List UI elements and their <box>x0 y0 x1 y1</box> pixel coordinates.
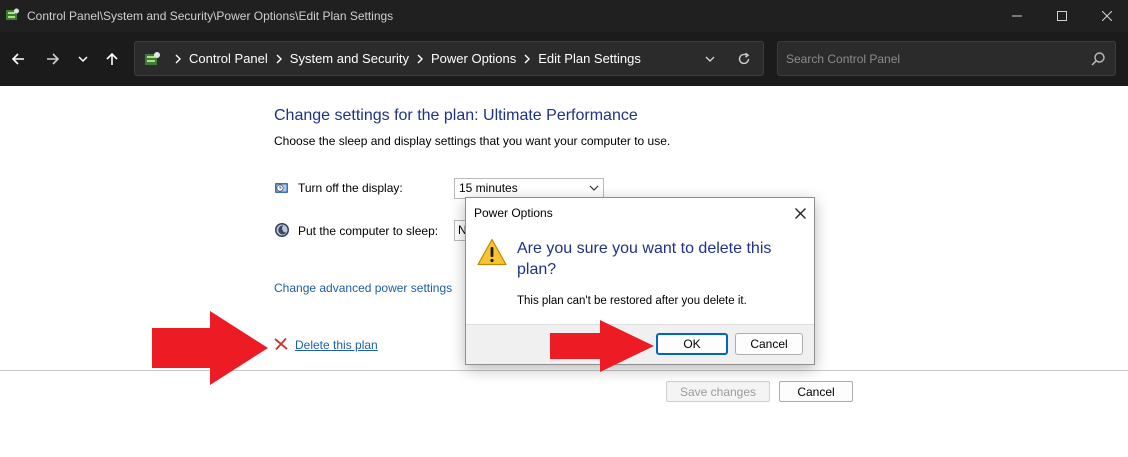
control-panel-icon <box>145 52 160 65</box>
display-timer-icon <box>275 183 288 193</box>
chevron-down-icon <box>78 56 88 63</box>
arrow-left-icon <box>11 53 24 65</box>
chevron-right-icon <box>171 52 185 66</box>
sleep-moon-icon <box>275 223 289 237</box>
minimize-button[interactable] <box>994 0 1040 32</box>
annotation-arrow-icon <box>152 311 268 385</box>
page-description: Choose the sleep and display settings th… <box>274 134 671 148</box>
address-bar[interactable]: Control Panel System and Security Power … <box>134 41 764 76</box>
maximize-icon <box>1057 11 1067 21</box>
close-icon <box>794 207 806 219</box>
page-title: Change settings for the plan: Ultimate P… <box>274 107 638 124</box>
advanced-power-settings-link[interactable]: Change advanced power settings <box>274 281 452 295</box>
chevron-down-icon <box>589 185 599 191</box>
close-icon <box>1102 11 1112 21</box>
arrow-up-icon <box>106 52 118 65</box>
cancel-label: Cancel <box>797 384 835 399</box>
breadcrumb-item-control-panel[interactable]: Control Panel <box>189 51 268 66</box>
save-changes-label: Save changes <box>679 384 757 399</box>
sleep-timeout-label: Put the computer to sleep: <box>298 224 439 238</box>
display-timeout-label: Turn off the display: <box>298 181 403 195</box>
search-box[interactable] <box>777 41 1116 76</box>
breadcrumb-item-edit-plan-settings[interactable]: Edit Plan Settings <box>538 51 641 66</box>
search-icon[interactable] <box>1090 51 1106 67</box>
back-button[interactable] <box>7 48 29 70</box>
dialog-title: Power Options <box>474 206 553 220</box>
refresh-icon <box>738 52 750 65</box>
dialog-close-button[interactable] <box>791 204 809 222</box>
annotation-arrow-icon <box>550 320 654 372</box>
maximize-button[interactable] <box>1039 0 1085 32</box>
forward-button[interactable] <box>42 48 64 70</box>
display-timeout-select[interactable]: 15 minutes <box>454 178 604 199</box>
up-button[interactable] <box>101 48 123 70</box>
save-changes-button[interactable]: Save changes <box>666 381 770 402</box>
control-panel-app-icon <box>6 8 19 20</box>
title-bar: Control Panel\System and Security\Power … <box>0 0 1128 32</box>
chevron-right-icon[interactable] <box>413 52 427 66</box>
refresh-button[interactable] <box>735 50 753 68</box>
breadcrumb-item-system-and-security[interactable]: System and Security <box>290 51 409 66</box>
dialog-note: This plan can't be restored after you de… <box>517 295 747 307</box>
cancel-button[interactable]: Cancel <box>779 381 853 402</box>
dialog-question: Are you sure you want to delete this pla… <box>517 240 772 278</box>
dialog-cancel-label: Cancel <box>750 337 788 351</box>
minimize-icon <box>1012 15 1022 17</box>
chevron-right-icon[interactable] <box>520 52 534 66</box>
recent-locations-button[interactable] <box>72 48 94 70</box>
ok-label: OK <box>683 337 701 351</box>
ok-button[interactable]: OK <box>656 333 728 355</box>
window-title: Control Panel\System and Security\Power … <box>27 9 394 23</box>
chevron-down-icon <box>705 56 715 62</box>
warning-icon <box>477 238 507 266</box>
navigation-bar: Control Panel System and Security Power … <box>0 32 1128 86</box>
delete-plan-link[interactable]: Delete this plan <box>295 338 378 352</box>
chevron-right-icon[interactable] <box>272 52 286 66</box>
breadcrumb: Control Panel System and Security Power … <box>167 42 641 75</box>
dialog-cancel-button[interactable]: Cancel <box>735 333 803 355</box>
search-input[interactable] <box>786 49 1076 69</box>
arrow-right-icon <box>47 53 60 65</box>
delete-x-icon <box>274 337 288 351</box>
display-timeout-value: 15 minutes <box>459 181 518 195</box>
close-window-button[interactable] <box>1084 0 1128 32</box>
breadcrumb-item-power-options[interactable]: Power Options <box>431 51 516 66</box>
address-history-button[interactable] <box>701 50 719 68</box>
